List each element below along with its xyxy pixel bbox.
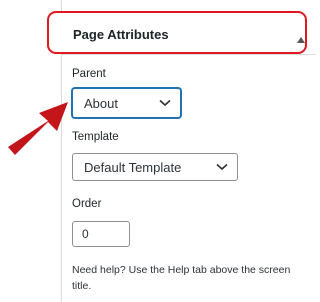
red-pointer-arrow-icon: [8, 102, 68, 155]
template-select-value: Default Template: [84, 159, 182, 175]
parent-label: Parent: [72, 68, 106, 80]
panel-title: Page Attributes: [73, 27, 169, 42]
order-input[interactable]: 0: [72, 221, 130, 247]
help-text: Need help? Use the Help tab above the sc…: [72, 264, 291, 292]
chevron-down-icon: [216, 163, 228, 171]
order-label: Order: [72, 198, 102, 210]
chevron-down-icon: [159, 99, 171, 107]
template-label: Template: [72, 131, 119, 143]
panel-header[interactable]: Page Attributes: [47, 11, 307, 54]
panel-header-divider: [61, 54, 316, 55]
order-input-value: 0: [82, 227, 89, 241]
parent-select[interactable]: About: [72, 88, 181, 118]
triangle-up-icon[interactable]: [295, 35, 307, 45]
template-select[interactable]: Default Template: [72, 153, 238, 181]
